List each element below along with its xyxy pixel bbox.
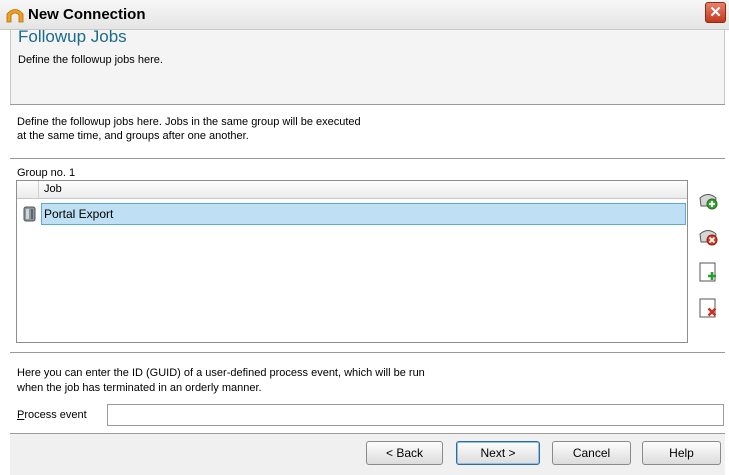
help-button[interactable]: Help [642, 441, 721, 465]
group-label: Group no. 1 [17, 167, 76, 179]
table-row[interactable]: Portal Export [17, 203, 687, 225]
app-logo-icon [6, 9, 24, 23]
add-job-icon[interactable] [696, 260, 720, 284]
close-icon: ✕ [709, 4, 722, 21]
remove-group-icon[interactable] [696, 224, 720, 248]
row-header-gutter [17, 181, 39, 198]
jobs-table-header: Job [17, 181, 687, 199]
process-event-input[interactable] [107, 404, 724, 426]
wizard-header: Followup Jobs Define the followup jobs h… [10, 27, 725, 104]
remove-job-icon[interactable] [696, 296, 720, 320]
header-divider [10, 104, 725, 105]
title-bar: New Connection ✕ [0, 0, 729, 30]
process-event-label: Process event [17, 409, 87, 421]
cancel-button[interactable]: Cancel [552, 441, 631, 465]
add-group-icon[interactable] [696, 188, 720, 212]
window-title: New Connection [28, 6, 146, 23]
back-button[interactable]: < Back [366, 441, 443, 465]
next-button[interactable]: Next > [456, 441, 540, 465]
process-info-line-1: Here you can enter the ID (GUID) of a us… [17, 367, 425, 379]
description-divider [10, 158, 725, 159]
description-line-2: at the same time, and groups after one a… [17, 130, 249, 142]
column-header-job[interactable]: Job [44, 183, 62, 195]
process-info-line-2: when the job has terminated in an orderl… [17, 382, 262, 394]
page-subtitle: Define the followup jobs here. [18, 54, 163, 66]
job-cell[interactable]: Portal Export [41, 203, 686, 225]
jobs-table[interactable]: Job Portal Export [16, 180, 688, 343]
page-title: Followup Jobs [18, 27, 127, 46]
close-button[interactable]: ✕ [705, 2, 726, 23]
description-line-1: Define the followup jobs here. Jobs in t… [17, 116, 361, 128]
job-icon [23, 206, 36, 222]
table-divider [10, 352, 725, 353]
process-event-label-text: rocess event [24, 409, 87, 421]
